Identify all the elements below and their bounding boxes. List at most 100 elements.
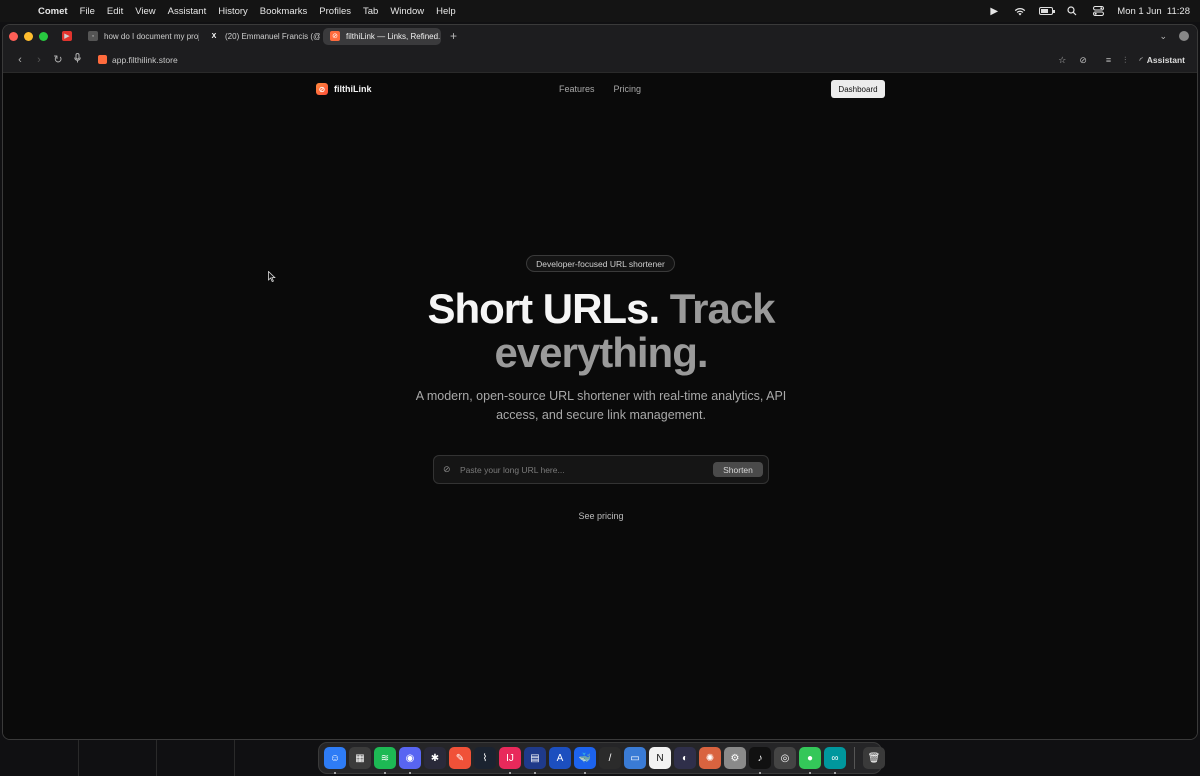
notion-icon[interactable]: N [649, 747, 671, 769]
web-page: ⊘ filthiLink Features Pricing Dashboard … [3, 73, 1197, 739]
headline-gray-2: everything. [494, 329, 708, 376]
reload-icon[interactable]: ↻ [49, 53, 67, 66]
address-bar: ‹ › ↻ app.filthilink.store ☆ ⊘ ≡ ⫶ ◜ Ass… [3, 47, 1197, 73]
tab-youtube[interactable]: ▶ [58, 28, 78, 45]
finder-icon[interactable]: ☺ [324, 747, 346, 774]
trash-icon[interactable]: 🗑 [863, 747, 885, 769]
long-url-input[interactable] [460, 464, 713, 475]
hero-headline: Short URLs. Track everything. [3, 285, 1197, 376]
chat-icon: ◦ [88, 31, 98, 41]
dock: ☺ ▦ ≋ ◉ ✱ ✎ ⌇ IJ ▤ A 🐳 / ▭ N ◐ ✺ ⚙ ♪ ◎ ● ∞ 🗑 [318, 742, 885, 774]
headline-gray-1: Track [669, 285, 776, 332]
battery-icon[interactable] [1039, 5, 1056, 17]
xcode-icon[interactable]: A [549, 747, 571, 769]
x-icon: X [211, 32, 217, 40]
youtube-icon: ▶ [62, 31, 72, 41]
link-logo-icon: ⊘ [316, 83, 328, 95]
clock[interactable]: Mon 1 Jun 11:28 [1117, 6, 1190, 17]
star-icon[interactable]: ☆ [1058, 55, 1066, 66]
discord-icon[interactable]: ◉ [399, 747, 421, 774]
infinity-icon[interactable]: ∞ [824, 747, 846, 774]
menu-edit[interactable]: Edit [107, 6, 123, 17]
assistant-button[interactable]: ◜ Assistant [1139, 55, 1185, 66]
claude-icon[interactable]: ✺ [699, 747, 721, 769]
close-window-button[interactable] [9, 31, 18, 41]
docker-icon[interactable]: 🐳 [574, 747, 596, 774]
chrome-icon[interactable]: ◎ [774, 747, 796, 769]
chevron-down-icon[interactable]: ⌄ [1159, 31, 1167, 42]
link-icon: ⊘ [330, 31, 340, 41]
tiktok-icon[interactable]: ♪ [749, 747, 771, 774]
messages-icon[interactable]: ● [799, 747, 821, 774]
url-shortener-form: ⊘ Shorten [433, 455, 769, 484]
url-field[interactable]: app.filthilink.store [98, 55, 178, 65]
spotify-icon[interactable]: ≋ [374, 747, 396, 774]
menu-history[interactable]: History [218, 6, 248, 17]
profile-icon[interactable] [1179, 31, 1189, 41]
tab-chat[interactable]: ◦ how do I document my proje [81, 28, 199, 45]
assistant-label: Assistant [1146, 55, 1185, 65]
pen-icon[interactable]: / [599, 747, 621, 769]
hero-badge: Developer-focused URL shortener [526, 255, 675, 272]
mouse-cursor-icon [268, 270, 276, 285]
menu-view[interactable]: View [135, 6, 155, 17]
forward-icon[interactable]: › [30, 54, 48, 66]
minimize-window-button[interactable] [24, 31, 33, 41]
reader-icon[interactable]: ≡ [1106, 55, 1111, 65]
tab-title: filthiLink — Links, Refined. [346, 31, 441, 41]
audio-wave-icon[interactable]: ⫶ [1124, 55, 1126, 66]
link-icon: ⊘ [443, 464, 451, 474]
site-nav-links: Features Pricing [559, 84, 641, 94]
brand-logo[interactable]: ⊘ filthiLink [316, 83, 372, 95]
desktop-divider [78, 740, 79, 776]
settings-icon[interactable]: ⚙ [724, 747, 746, 769]
search-icon[interactable] [1065, 5, 1079, 17]
davinci-icon[interactable]: ✱ [424, 747, 446, 769]
menu-file[interactable]: File [80, 6, 95, 17]
new-tab-button[interactable]: + [450, 29, 457, 43]
tab-title: (20) Emmanuel Francis (@p [225, 31, 320, 41]
control-center-icon[interactable] [1091, 5, 1105, 17]
menu-window[interactable]: Window [390, 6, 424, 17]
back-icon[interactable]: ‹ [11, 54, 29, 66]
browser-window: ▶ ◦ how do I document my proje X (20) Em… [2, 24, 1198, 740]
files-icon[interactable]: ▭ [624, 747, 646, 769]
menu-bar: Comet File Edit View Assistant History B… [0, 0, 1200, 22]
menu-app[interactable]: Comet [38, 6, 68, 17]
microphone-icon[interactable] [68, 53, 86, 66]
doc-icon[interactable]: ▤ [524, 747, 546, 774]
tab-bar: ▶ ◦ how do I document my proje X (20) Em… [3, 25, 1197, 47]
play-icon[interactable]: ▶ [987, 5, 1001, 17]
dashboard-button[interactable]: Dashboard [831, 80, 885, 98]
brand-name: filthiLink [334, 84, 372, 94]
tab-filthilink[interactable]: ⊘ filthiLink — Links, Refined. [323, 27, 441, 45]
wave-icon[interactable]: ⌇ [474, 747, 496, 769]
menu-help[interactable]: Help [436, 6, 456, 17]
url-text: app.filthilink.store [112, 54, 178, 65]
share-link-icon[interactable]: ⊘ [1079, 55, 1087, 66]
tab-x[interactable]: X (20) Emmanuel Francis (@p [202, 28, 320, 45]
dock-separator [854, 747, 855, 769]
zoom-window-button[interactable] [39, 31, 48, 41]
hero-subtitle: A modern, open-source URL shortener with… [415, 389, 787, 422]
nav-pricing[interactable]: Pricing [614, 84, 642, 94]
headline-white: Short URLs. [427, 285, 660, 332]
wifi-icon[interactable] [1013, 5, 1027, 17]
shorten-button[interactable]: Shorten [713, 462, 763, 477]
see-pricing-link[interactable]: See pricing [3, 511, 1197, 521]
menu-tab[interactable]: Tab [363, 6, 378, 17]
desktop-divider [156, 740, 157, 776]
assistant-icon: ◜ [1139, 54, 1143, 65]
window-controls [9, 31, 48, 41]
desktop-divider [234, 740, 235, 776]
menu-bookmarks[interactable]: Bookmarks [260, 6, 308, 17]
nav-features[interactable]: Features [559, 84, 595, 94]
swift-icon[interactable]: ✎ [449, 747, 471, 769]
intellij-icon[interactable]: IJ [499, 747, 521, 774]
obs-icon[interactable]: ◐ [674, 747, 696, 769]
menu-assistant[interactable]: Assistant [168, 6, 207, 17]
menu-profiles[interactable]: Profiles [319, 6, 351, 17]
site-header: ⊘ filthiLink Features Pricing Dashboard [3, 73, 1197, 107]
launchpad-icon[interactable]: ▦ [349, 747, 371, 769]
tab-title: how do I document my proje [104, 31, 199, 41]
